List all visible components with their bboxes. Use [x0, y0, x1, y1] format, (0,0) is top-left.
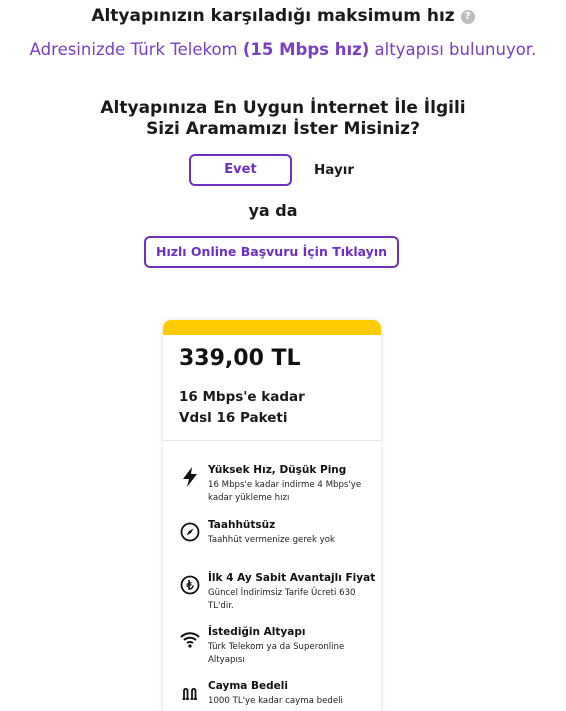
card-accent-bar	[163, 320, 381, 335]
no-button[interactable]: Hayır	[314, 162, 354, 178]
feature-desc: Taahhüt vermenize gerek yok	[208, 535, 335, 545]
lightning-icon	[183, 467, 197, 487]
feature-title: İstediğin Altyapı	[208, 626, 306, 638]
feature-desc: 16 Mbps'e kadar indirme 4 Mbps'ye kadar …	[208, 480, 362, 503]
feature-title: Yüksek Hız, Düşük Ping	[208, 464, 347, 476]
question-icon[interactable]: ?	[460, 10, 475, 24]
yes-button[interactable]: Evet	[189, 154, 292, 186]
page: Altyapınızın karşıladığı maksimum hız? A…	[0, 0, 566, 711]
package-speed: 16 Mbps'e kadar	[179, 389, 305, 405]
callback-question: Altyapınıza En Uygun İnternet İle İlgili…	[100, 98, 466, 139]
feature-desc: Türk Telekom ya da Superonline Altyapısı	[208, 642, 345, 665]
address-prefix: Adresinizde Türk Telekom	[29, 40, 243, 59]
address-suffix: altyapısı bulunuyor.	[369, 40, 537, 59]
or-separator: ya da	[248, 201, 298, 220]
address-info: Adresinizde Türk Telekom (15 Mbps hız) a…	[0, 40, 566, 59]
package-price: 339,00 TL	[179, 346, 301, 371]
feature-title: İlk 4 Ay Sabit Avantajlı Fiyat	[208, 572, 376, 584]
package-card[interactable]: 339,00 TL 16 Mbps'e kadar Vdsl 16 Paketi…	[163, 320, 381, 711]
feature-desc: Güncel İndirimsiz Tarife Ücreti 630 TL'd…	[208, 588, 356, 611]
speed-highlight: (15 Mbps hız)	[242, 40, 370, 59]
feature-desc: 1000 TL'ye kadar cayma bedeli	[208, 696, 343, 706]
card-divider	[163, 440, 381, 441]
package-summary: 16 Mbps'e kadar Vdsl 16 Paketi	[179, 387, 305, 429]
max-speed-heading: Altyapınızın karşıladığı maksimum hız?	[0, 6, 566, 26]
feature-title: Taahhütsüz	[208, 519, 276, 531]
cancellation-icon	[182, 687, 197, 700]
max-speed-title: Altyapınızın karşıladığı maksimum hız	[91, 6, 455, 26]
wifi-icon	[180, 632, 200, 648]
quick-apply-button[interactable]: Hızlı Online Başvuru İçin Tıklayın	[144, 236, 399, 268]
feature-title: Cayma Bedeli	[208, 680, 288, 692]
lira-icon	[180, 575, 200, 595]
compass-icon	[180, 522, 200, 542]
package-name: Vdsl 16 Paketi	[179, 410, 288, 426]
